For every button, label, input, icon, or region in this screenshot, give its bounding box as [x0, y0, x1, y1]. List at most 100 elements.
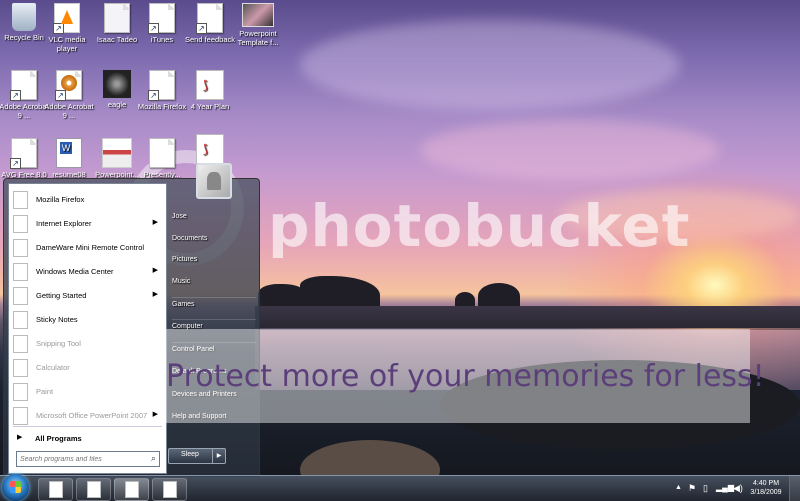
- desktop-icon-label: Powerpoint Template f...: [237, 29, 279, 47]
- desktop-icon-acrobat-2[interactable]: Adobe Acrobat 9 ...: [42, 70, 96, 120]
- desktop-icon-label: 4 Year Plan: [190, 102, 230, 111]
- submenu-arrow-icon: ▶: [152, 219, 158, 226]
- start-menu-item-label: Windows Media Center: [36, 267, 114, 276]
- powerpoint-icon: [13, 407, 28, 425]
- start-menu-programs-pane: Mozilla Firefox Internet Explorer ▶ Dame…: [8, 183, 167, 474]
- start-menu-item-paint[interactable]: Paint: [9, 380, 166, 403]
- cloud: [300, 20, 680, 110]
- clock-time: 4:40 PM: [752, 480, 780, 487]
- battery-icon[interactable]: ▯: [703, 483, 708, 494]
- watermark-banner: Protect more of your memories for less!: [160, 329, 765, 423]
- start-menu-link-user[interactable]: Jose: [172, 213, 256, 229]
- desktop-icon-powerpoint-template[interactable]: Powerpoint Template f...: [231, 3, 285, 47]
- user-avatar[interactable]: [196, 163, 232, 199]
- start-search-box[interactable]: ⌕: [16, 451, 160, 467]
- sea-rock: [300, 276, 380, 308]
- submenu-arrow-icon: ▶: [152, 291, 158, 298]
- start-menu-separator: [13, 426, 162, 427]
- desktop-icon-mozilla-firefox[interactable]: Mozilla Firefox: [135, 70, 189, 111]
- taskbar-button[interactable]: [114, 478, 149, 501]
- all-programs-button[interactable]: ▶ All Programs: [9, 428, 166, 448]
- start-menu-item-media-center[interactable]: Windows Media Center ▶: [9, 260, 166, 283]
- sleep-label: Sleep: [181, 451, 199, 458]
- desktop-icon-label: Adobe Acrobat 9 ...: [44, 102, 94, 120]
- document-icon: [104, 3, 130, 33]
- start-menu-item-sticky-notes[interactable]: Sticky Notes: [9, 308, 166, 331]
- start-menu-link-games[interactable]: Games: [172, 297, 256, 317]
- start-menu-item-label: Microsoft Office PowerPoint 2007: [36, 411, 148, 420]
- itunes-icon: [148, 3, 175, 34]
- shoreline: [255, 306, 800, 328]
- image-thumbnail-icon: [242, 3, 274, 27]
- firefox-icon: [148, 70, 175, 101]
- start-menu-item-label: Internet Explorer: [36, 219, 92, 228]
- desktop-icon-resume08[interactable]: W resume08: [42, 138, 96, 179]
- taskbar-clock[interactable]: 4:40 PM 3/18/2009: [748, 479, 784, 497]
- snipping-tool-icon: [13, 335, 28, 353]
- document-icon: [163, 481, 177, 498]
- desktop-icon-label: VLC media player: [48, 35, 86, 53]
- eagle-icon: [103, 70, 131, 98]
- submenu-arrow-icon: ▶: [152, 411, 158, 418]
- start-menu-item-powerpoint[interactable]: Microsoft Office PowerPoint 2007 ▶: [9, 404, 166, 427]
- all-programs-label: All Programs: [35, 434, 82, 443]
- start-menu-item-firefox[interactable]: Mozilla Firefox: [9, 188, 166, 211]
- acrobat-distiller-icon: [55, 70, 82, 101]
- start-menu-item-getting-started[interactable]: Getting Started ▶: [9, 284, 166, 307]
- start-menu-item-label: Sticky Notes: [36, 315, 78, 324]
- start-menu-link-music[interactable]: Music: [172, 278, 256, 294]
- speaker-icon[interactable]: ◀): [733, 483, 743, 494]
- desktop-icon-itunes[interactable]: iTunes: [135, 3, 189, 44]
- desktop-icon-send-feedback[interactable]: Send feedback: [183, 3, 237, 44]
- start-menu-item-label: Snipping Tool: [36, 339, 81, 348]
- watermark-banner-text: Protect more of your memories for less!: [166, 359, 765, 394]
- search-icon[interactable]: ⌕: [151, 453, 156, 464]
- desktop-icon-label: iTunes: [150, 35, 174, 44]
- taskbar-button[interactable]: [76, 478, 111, 501]
- start-button[interactable]: [2, 474, 29, 501]
- start-menu-link-label: Games: [172, 301, 195, 308]
- foreground-rock: [300, 440, 440, 475]
- paint-icon: [13, 383, 28, 401]
- desktop-icon-vlc[interactable]: VLC media player: [40, 3, 94, 53]
- taskbar-button[interactable]: [152, 478, 187, 501]
- start-menu-item-label: DameWare Mini Remote Control: [36, 243, 145, 252]
- internet-explorer-icon: [13, 215, 28, 233]
- desktop-icon-presently[interactable]: Presently...: [135, 138, 189, 179]
- start-menu-link-pictures[interactable]: Pictures: [172, 256, 256, 272]
- search-input[interactable]: [17, 452, 143, 466]
- start-menu: Mozilla Firefox Internet Explorer ▶ Dame…: [3, 163, 260, 477]
- watermark-logo: photobucket: [268, 192, 691, 260]
- show-hidden-icons-up-arrow-icon[interactable]: ▲: [675, 484, 682, 491]
- desktop-icon-label: Send feedback: [184, 35, 236, 44]
- taskbar: ▲ ⚑ ▯ ▂▄▆ ◀) 4:40 PM 3/18/2009: [0, 474, 800, 501]
- start-menu-link-label: Documents: [172, 235, 208, 242]
- submenu-arrow-icon: ▶: [152, 267, 158, 274]
- desktop-icon-label: Mozilla Firefox: [137, 102, 187, 111]
- desktop-icon-4-year-plan[interactable]: ⟆ 4 Year Plan: [183, 70, 237, 111]
- show-desktop-button[interactable]: [789, 476, 800, 501]
- media-center-icon: [13, 263, 28, 281]
- calculator-icon: [13, 359, 28, 377]
- start-menu-link-label: Music: [172, 278, 191, 285]
- taskbar-button[interactable]: [38, 478, 73, 501]
- dameware-icon: [13, 239, 28, 257]
- start-menu-item-snipping-tool[interactable]: Snipping Tool: [9, 332, 166, 355]
- windows-logo-icon: [10, 481, 21, 493]
- start-menu-link-documents[interactable]: Documents: [172, 235, 256, 251]
- start-menu-item-label: Getting Started: [36, 291, 87, 300]
- recycle-bin-icon: [12, 3, 36, 31]
- start-menu-link-label: Jose: [172, 213, 187, 220]
- start-menu-item-internet-explorer[interactable]: Internet Explorer ▶: [9, 212, 166, 235]
- network-signal-icon[interactable]: ▂▄▆: [716, 483, 734, 492]
- pdf-icon: ⟆: [196, 134, 224, 164]
- sleep-button[interactable]: Sleep ▶: [168, 448, 226, 464]
- document-icon: [87, 481, 101, 498]
- start-menu-item-dameware[interactable]: DameWare Mini Remote Control: [9, 236, 166, 259]
- action-center-flag-icon[interactable]: ⚑: [688, 483, 696, 494]
- cloud: [420, 120, 720, 180]
- desktop-icon-pdf[interactable]: ⟆: [183, 134, 237, 166]
- getting-started-icon: [13, 287, 28, 305]
- start-menu-item-calculator[interactable]: Calculator: [9, 356, 166, 379]
- shutdown-options-arrow-icon[interactable]: ▶: [212, 449, 225, 463]
